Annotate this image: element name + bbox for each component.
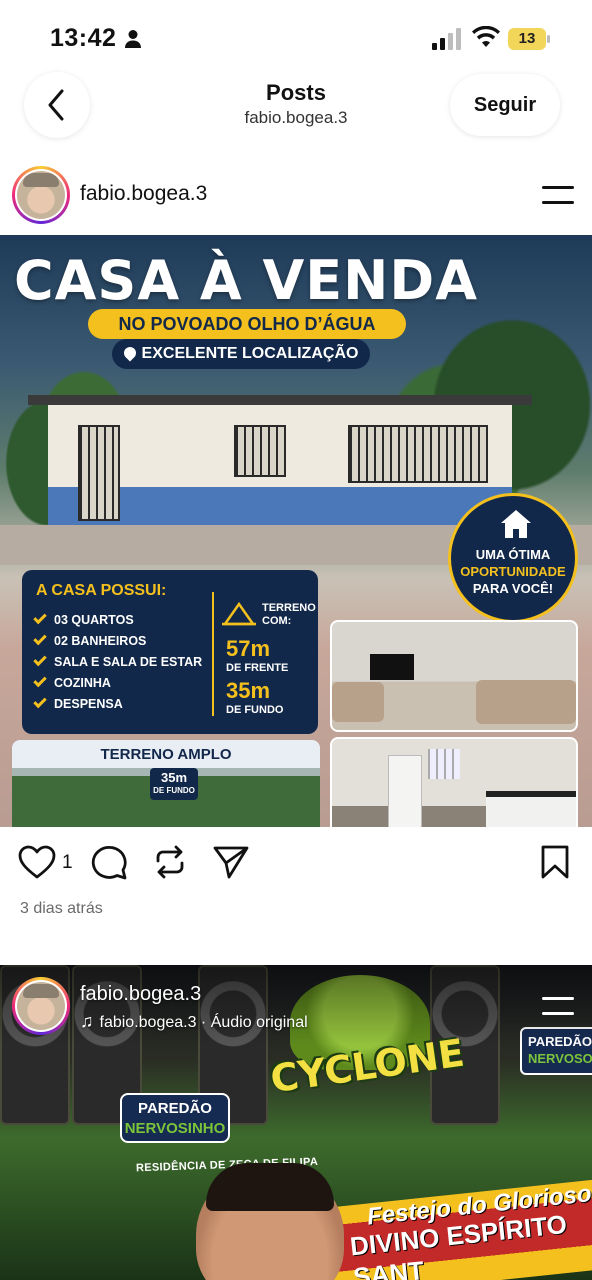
flyer-location-tag-text: EXCELENTE LOCALIZAÇÃO xyxy=(141,345,359,362)
feature-text: SALA E SALA DE ESTAR xyxy=(54,655,203,669)
house-roof xyxy=(28,395,532,405)
signal-icon xyxy=(432,28,461,50)
sofa xyxy=(476,680,576,724)
repost-icon[interactable] xyxy=(152,844,188,880)
fridge xyxy=(388,755,422,827)
video-username[interactable]: fabio.bogea.3 xyxy=(80,983,201,1006)
flyer-location-line: NO POVOADO OLHO D’ÁGUA xyxy=(88,309,406,339)
comment-icon[interactable] xyxy=(90,844,128,880)
check-icon xyxy=(33,673,47,688)
flyer-location-tag: EXCELENTE LOCALIZAÇÃO xyxy=(112,339,370,369)
features-title: A CASA POSSUI: xyxy=(36,582,167,599)
features-divider xyxy=(212,592,214,716)
menu-icon[interactable] xyxy=(542,995,574,1017)
follow-button[interactable]: Seguir xyxy=(450,74,560,136)
avatar-image xyxy=(17,982,65,1030)
avatar-image xyxy=(17,171,65,219)
avatar[interactable] xyxy=(12,166,70,224)
like-count[interactable]: 1 xyxy=(62,852,73,874)
share-icon[interactable] xyxy=(212,844,250,880)
terreno-label: TERRENO COM: xyxy=(262,602,316,628)
status-bar: 13:42 13 xyxy=(0,0,592,70)
video-post[interactable]: CYCLONE PAREDÃO NERVOSINHO PAREDÃO NERVO… xyxy=(0,965,592,1280)
heart-icon[interactable] xyxy=(18,844,56,880)
feature-text: 03 QUARTOS xyxy=(54,613,134,627)
terreno-card-value: 35m xyxy=(160,770,188,785)
paredao-left-line: NERVOSINHO xyxy=(124,1120,226,1137)
kitchen-photo xyxy=(330,737,578,827)
post-actions: 1 xyxy=(0,834,592,894)
location-pin-icon xyxy=(121,344,139,362)
feature-item: COZINHA xyxy=(33,673,202,694)
feature-item: 02 BANHEIROS xyxy=(33,631,202,652)
features-card: A CASA POSSUI: 03 QUARTOS 02 BANHEIROS S… xyxy=(22,570,318,734)
fundo-value: 35m xyxy=(226,678,271,703)
person-face xyxy=(196,1163,344,1280)
terreno-label-line: TERRENO xyxy=(262,602,316,614)
feature-item: SALA E SALA DE ESTAR xyxy=(33,652,203,673)
menu-icon[interactable] xyxy=(542,184,574,206)
terreno-card: TERRENO AMPLO 35m DE FUNDO xyxy=(12,740,320,827)
wifi-icon xyxy=(472,26,500,47)
counter xyxy=(486,791,576,827)
top-nav: Posts fabio.bogea.3 Seguir xyxy=(0,70,592,148)
frente-value: 57m xyxy=(226,636,271,661)
residencia-text: RESIDÊNCIA DE ZECA DE FILIPA xyxy=(135,1155,319,1175)
house-door xyxy=(78,425,120,521)
paredao-right-line: NERVOSO xyxy=(528,1051,592,1066)
features-list: 03 QUARTOS 02 BANHEIROS SALA E SALA DE E… xyxy=(33,610,203,715)
sofa xyxy=(332,682,384,722)
house-photo xyxy=(28,395,532,525)
house-window xyxy=(234,425,286,477)
badge-line-2: OPORTUNIDADE xyxy=(460,564,566,579)
battery-nub xyxy=(547,35,550,43)
avatar[interactable] xyxy=(12,977,70,1035)
battery-icon: 13 xyxy=(508,28,550,50)
terreno-card-label: DE FUNDO xyxy=(153,786,195,795)
post-username[interactable]: fabio.bogea.3 xyxy=(80,182,207,206)
fundo-label: DE FUNDO xyxy=(226,704,284,716)
person-icon xyxy=(125,30,141,48)
kitchen-window xyxy=(428,749,460,779)
feature-item: DESPENSA xyxy=(33,694,202,715)
badge-line-1: UMA ÓTIMA xyxy=(475,547,551,562)
feature-item: 03 QUARTOS xyxy=(33,610,202,631)
festejo-banner: Festejo do Glorioso DIVINO ESPÍRITO SANT xyxy=(326,1178,592,1280)
post-date: 3 dias atrás xyxy=(20,900,103,917)
audio-label-text: fabio.bogea.3 · Áudio original xyxy=(99,1014,308,1031)
music-note-icon: ♫ xyxy=(80,1011,94,1031)
terreno-label-line: COM: xyxy=(262,615,292,627)
badge-line-3: PARA VOCÊ! xyxy=(472,581,554,596)
post-header: fabio.bogea.3 xyxy=(0,164,592,226)
bookmark-icon[interactable] xyxy=(540,844,570,880)
paredao-left-line: PAREDÃO xyxy=(138,1100,212,1117)
paredao-left-logo: PAREDÃO NERVOSINHO xyxy=(120,1093,230,1143)
check-icon xyxy=(33,694,47,709)
check-icon xyxy=(33,610,47,625)
audio-label[interactable]: ♫ fabio.bogea.3 · Áudio original xyxy=(80,1011,308,1032)
frente-label: DE FRENTE xyxy=(226,662,289,674)
flyer-headline: CASA À VENDA xyxy=(14,249,478,312)
terreno-card-box: 35m DE FUNDO xyxy=(150,768,198,800)
feature-text: DESPENSA xyxy=(54,697,123,711)
feature-text: COZINHA xyxy=(54,676,111,690)
check-icon xyxy=(33,631,47,646)
house-window xyxy=(348,425,488,483)
tv xyxy=(370,654,414,680)
flyer-badge: UMA ÓTIMA OPORTUNIDADE PARA VOCÊ! xyxy=(448,493,578,623)
terreno-card-title: TERRENO AMPLO xyxy=(100,746,232,763)
living-room-photo xyxy=(330,620,578,732)
status-time: 13:42 xyxy=(50,24,117,52)
feature-text: 02 BANHEIROS xyxy=(54,634,147,648)
land-icon xyxy=(222,601,256,626)
house-icon xyxy=(501,510,531,538)
battery-level: 13 xyxy=(508,28,546,50)
check-icon xyxy=(33,652,47,667)
post-image[interactable]: CASA À VENDA NO POVOADO OLHO D’ÁGUA EXCE… xyxy=(0,235,592,827)
